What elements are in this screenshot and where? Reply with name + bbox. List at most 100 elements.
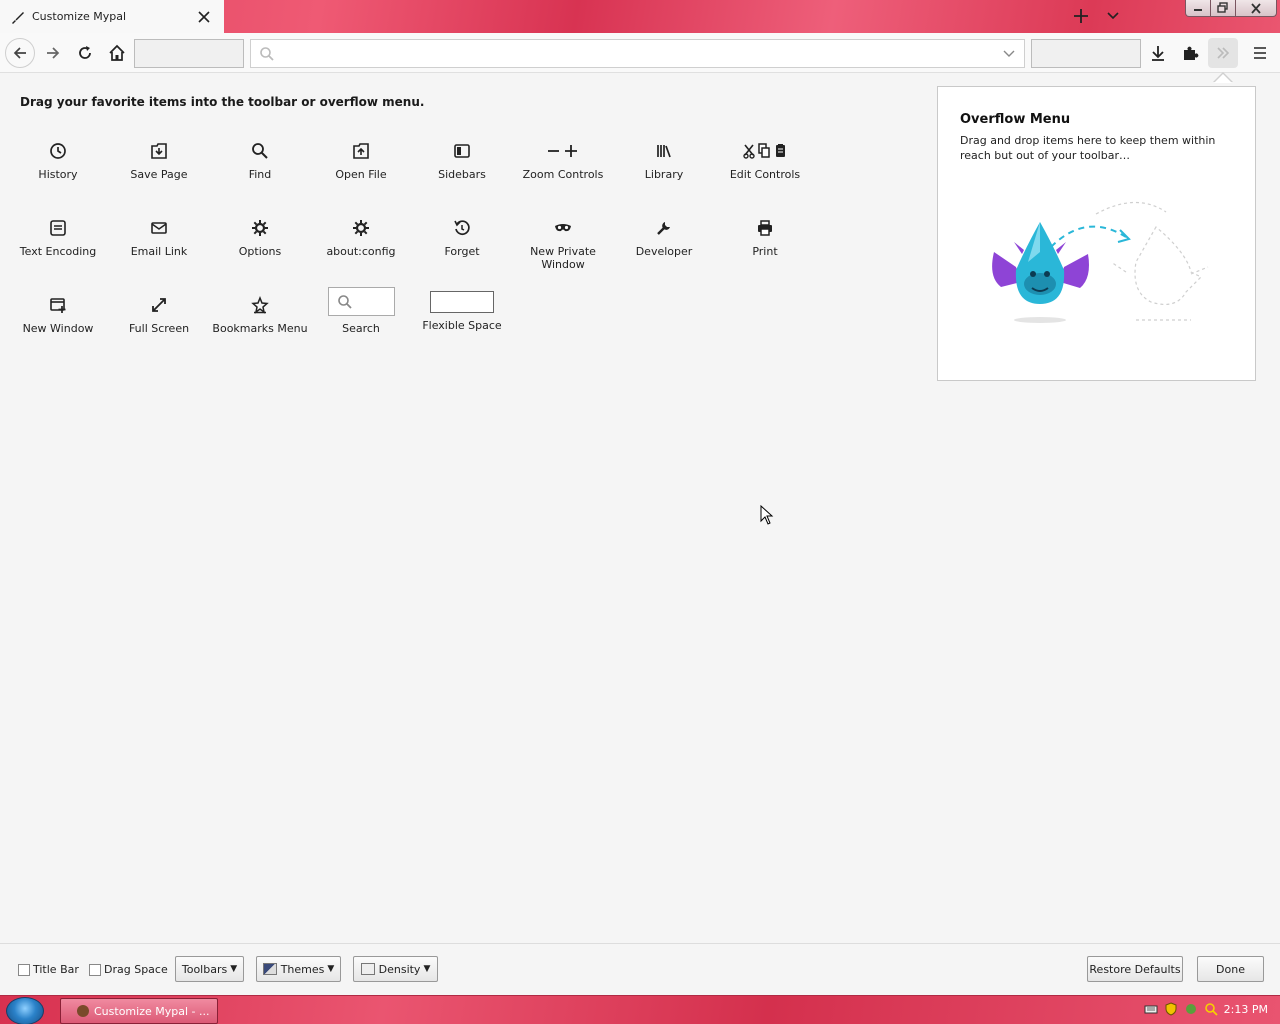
flexible-space-widget (430, 291, 494, 313)
palette-item-history[interactable]: History (8, 140, 108, 181)
tab-close-button[interactable] (192, 5, 216, 29)
panel-arrow-fill (1214, 74, 1232, 83)
window-close-button[interactable] (1235, 0, 1277, 17)
bookmark-star-icon (251, 296, 269, 314)
title-bar: Customize Mypal (0, 0, 1280, 33)
palette-label: Forget (444, 245, 480, 258)
forget-icon (454, 220, 470, 236)
drag-space-checkbox[interactable]: Drag Space (89, 963, 168, 976)
chevron-down-icon[interactable] (1002, 49, 1016, 59)
restore-button[interactable] (1210, 0, 1236, 17)
volume-icon[interactable] (1204, 1002, 1218, 1016)
palette-label: Flexible Space (422, 319, 502, 332)
palette-label: Sidebars (438, 168, 486, 181)
hamburger-menu-button[interactable] (1245, 38, 1275, 68)
clock[interactable]: 2:13 PM (1224, 1003, 1268, 1016)
forward-button[interactable] (38, 38, 68, 68)
themes-label: Themes (280, 962, 325, 976)
palette-item-developer[interactable]: Developer (614, 217, 714, 258)
toolbars-dropdown[interactable]: Toolbars ▼ (175, 956, 244, 982)
new-tab-button[interactable] (1068, 4, 1094, 28)
tab-customize[interactable]: Customize Mypal (0, 0, 224, 33)
mouse-cursor-icon (760, 505, 774, 525)
security-shield-icon[interactable] (1164, 1002, 1178, 1016)
palette-label: Email Link (130, 245, 188, 258)
palette-label: Find (248, 168, 272, 181)
palette-item-find[interactable]: Find (210, 140, 310, 181)
toolbar-space (134, 39, 244, 68)
taskbar-item-browser[interactable]: Customize Mypal - ... (60, 998, 218, 1024)
palette-item-search[interactable]: Search (311, 287, 411, 335)
plus-icon (1074, 9, 1088, 23)
palette-item-bookmarks-menu[interactable]: Bookmarks Menu (210, 294, 310, 335)
search-icon (337, 295, 352, 309)
palette-item-print[interactable]: Print (715, 217, 815, 258)
home-button[interactable] (102, 38, 132, 68)
palette-item-new-window[interactable]: New Window (8, 294, 108, 335)
palette-label: New Private Window (530, 245, 596, 271)
palette-label: about:config (326, 245, 396, 258)
restore-defaults-button[interactable]: Restore Defaults (1087, 956, 1183, 982)
puzzle-icon (1184, 46, 1199, 60)
palette-label: Developer (635, 245, 693, 258)
density-thumbnail-icon (360, 963, 375, 975)
title-bar-checkbox[interactable]: Title Bar (18, 963, 79, 976)
print-icon (758, 220, 772, 236)
palette-item-sidebars[interactable]: Sidebars (412, 140, 512, 181)
palette-label: Save Page (130, 168, 188, 181)
palette-label: Open File (335, 168, 387, 181)
url-bar[interactable] (250, 39, 1025, 68)
palette-label: History (38, 168, 78, 181)
palette-item-open-file[interactable]: Open File (311, 140, 411, 181)
overflow-panel-description: Drag and drop items here to keep them wi… (960, 134, 1216, 162)
checkbox-box[interactable] (89, 963, 101, 976)
network-icon[interactable] (1184, 1002, 1198, 1016)
reload-button[interactable] (70, 38, 100, 68)
palette-item-about-config[interactable]: about:config (311, 217, 411, 258)
library-icon (657, 145, 671, 158)
extensions-button[interactable] (1175, 38, 1205, 68)
palette-item-flexible-space[interactable]: Flexible Space (412, 291, 512, 332)
save-page-icon (151, 143, 167, 159)
palette-item-email-link[interactable]: Email Link (109, 217, 209, 258)
palette-item-save-page[interactable]: Save Page (109, 140, 209, 181)
paintbrush-icon (12, 11, 24, 24)
density-dropdown[interactable]: Density ▼ (353, 956, 438, 982)
palette-item-zoom-controls[interactable]: Zoom Controls (513, 140, 613, 181)
palette-label: Zoom Controls (522, 168, 604, 181)
palette-item-edit-controls[interactable]: Edit Controls (715, 140, 815, 181)
done-button[interactable]: Done (1197, 956, 1264, 982)
palette-item-text-encoding[interactable]: Text Encoding (8, 217, 108, 258)
home-icon (109, 44, 125, 61)
palette-label: Search (342, 322, 380, 335)
palette-item-library[interactable]: Library (614, 140, 714, 181)
back-arrow-icon (13, 47, 26, 59)
forward-arrow-icon (47, 47, 60, 59)
system-tray: 2:13 PM (1144, 1002, 1268, 1016)
density-label: Density (378, 962, 421, 976)
minimize-button[interactable] (1185, 0, 1211, 17)
palette-item-options[interactable]: Options (210, 217, 310, 258)
tab-list-button[interactable] (1102, 6, 1124, 26)
history-icon (50, 143, 66, 159)
palette-label: Edit Controls (729, 168, 801, 181)
checkbox-box[interactable] (18, 963, 30, 976)
reload-icon (79, 46, 91, 59)
checkbox-label: Title Bar (33, 963, 79, 976)
overflow-menu-panel[interactable]: Overflow Menu Drag and drop items here t… (937, 86, 1256, 381)
checkbox-label: Drag Space (104, 963, 168, 976)
palette-item-forget[interactable]: Forget (412, 217, 512, 258)
palette-item-new-private-window[interactable]: New Private Window (513, 217, 613, 271)
start-button[interactable] (6, 997, 44, 1024)
toolbars-label: Toolbars (181, 962, 228, 976)
gear-icon (252, 220, 268, 236)
overflow-button[interactable] (1208, 38, 1238, 68)
downloads-button[interactable] (1143, 38, 1173, 68)
edit-controls-icon (743, 143, 785, 159)
overflow-panel-title: Overflow Menu (960, 112, 1071, 127)
palette-item-full-screen[interactable]: Full Screen (109, 294, 209, 335)
gear-icon (353, 220, 369, 236)
themes-dropdown[interactable]: Themes ▼ (256, 956, 341, 982)
keyboard-icon[interactable] (1144, 1002, 1158, 1016)
back-button[interactable] (5, 38, 35, 68)
